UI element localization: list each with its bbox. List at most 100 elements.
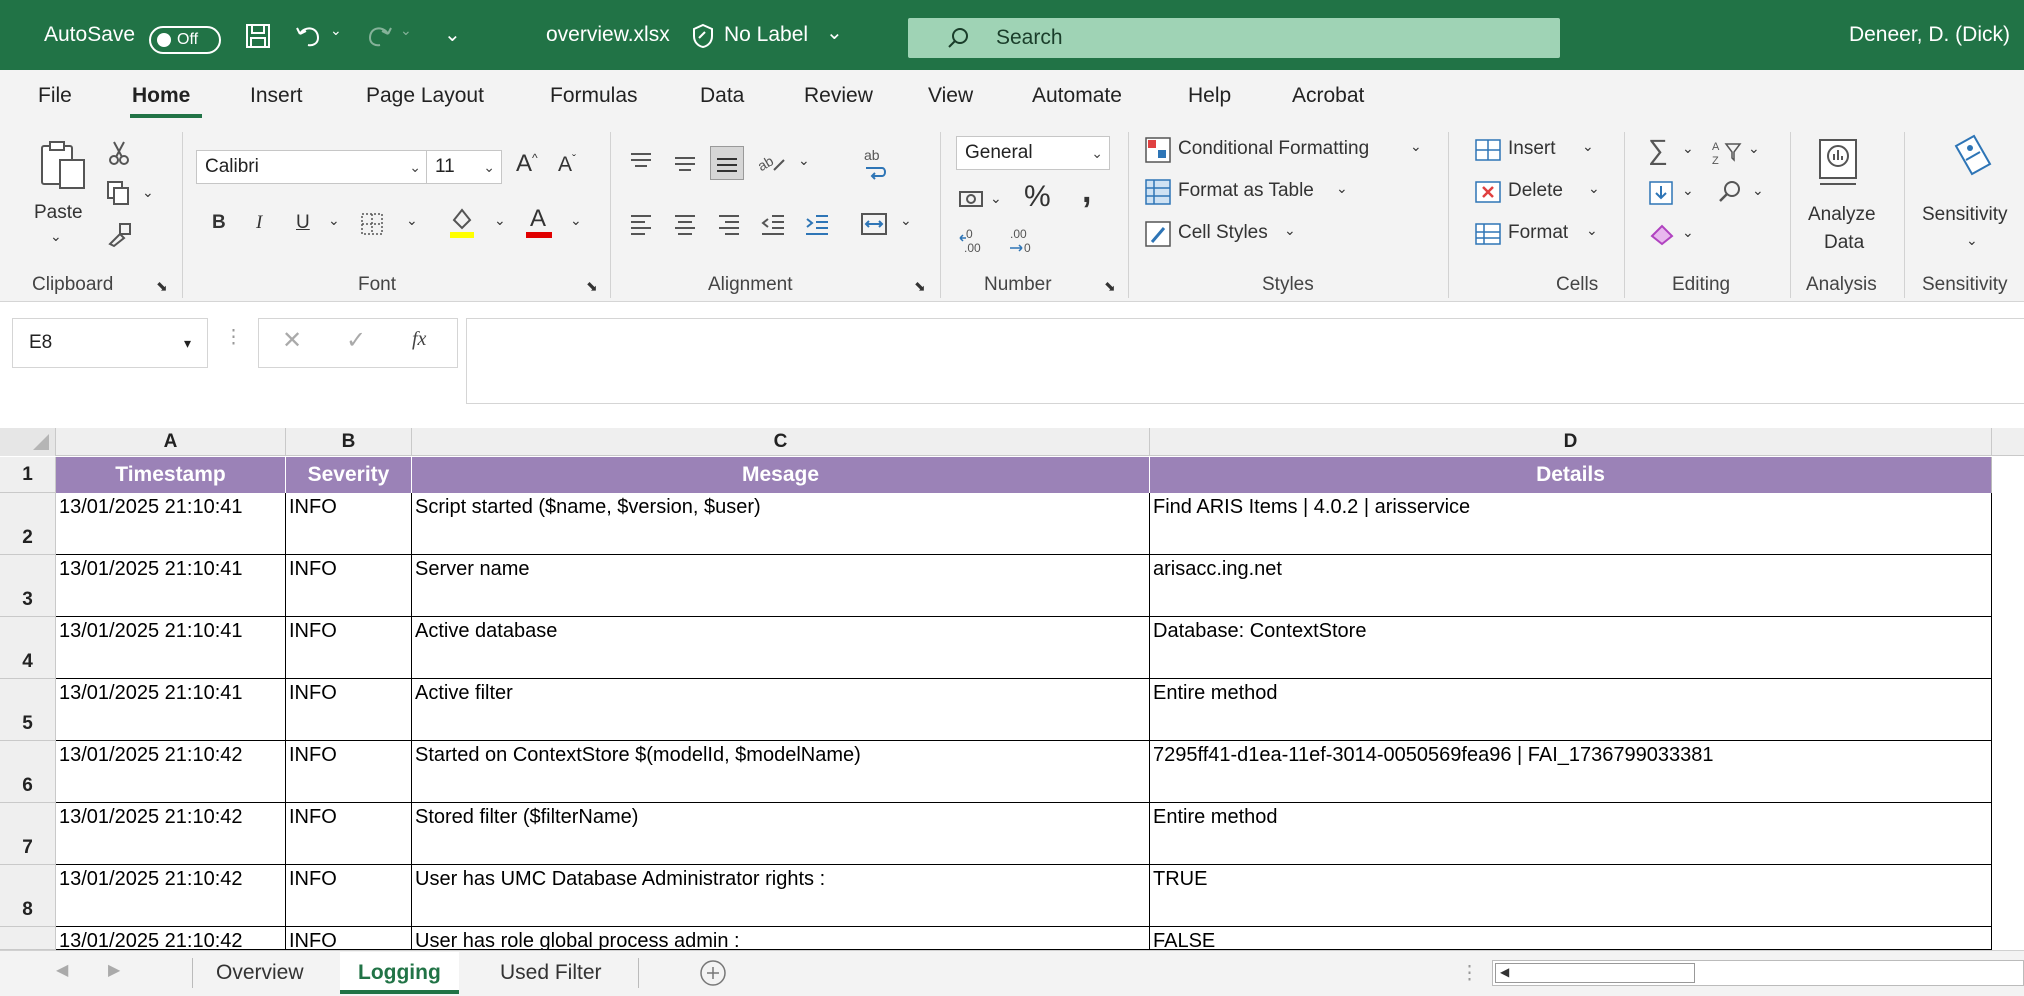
row-header[interactable] [0, 927, 56, 950]
header-cell-message[interactable]: Mesage [412, 457, 1150, 493]
scrollbar-thumb[interactable]: ◀ [1495, 963, 1695, 983]
header-cell-timestamp[interactable]: Timestamp [56, 457, 286, 493]
column-header-e[interactable] [1992, 428, 2024, 456]
font-color-dropdown-icon[interactable]: ⌄ [570, 212, 582, 229]
cell-details[interactable]: Find ARIS Items | 4.0.2 | arisservice [1150, 493, 1992, 555]
cell-message[interactable]: Server name [412, 555, 1150, 617]
cell-severity[interactable]: INFO [286, 803, 412, 865]
row-header[interactable]: 6 [0, 741, 56, 803]
cell-styles-button[interactable]: Cell Styles [1178, 222, 1268, 244]
cut-icon[interactable] [108, 140, 130, 166]
align-right-icon[interactable] [716, 212, 742, 236]
merge-center-icon[interactable] [860, 212, 888, 236]
borders-dropdown-icon[interactable]: ⌄ [406, 212, 418, 229]
orientation-dropdown-icon[interactable]: ⌄ [798, 152, 810, 169]
wrap-text-icon[interactable]: ab [862, 146, 888, 180]
orientation-icon[interactable]: ab [758, 150, 786, 176]
tab-acrobat[interactable]: Acrobat [1292, 84, 1364, 108]
cell-details[interactable]: Database: ContextStore [1150, 617, 1992, 679]
tab-review[interactable]: Review [804, 84, 873, 108]
cell-details[interactable]: TRUE [1150, 865, 1992, 927]
tab-insert[interactable]: Insert [250, 84, 303, 108]
font-size-select[interactable]: 11 ⌄ [426, 150, 502, 184]
cell-severity[interactable]: INFO [286, 741, 412, 803]
delete-cells-button[interactable]: Delete [1508, 180, 1563, 202]
tab-home[interactable]: Home [132, 84, 190, 108]
tab-view[interactable]: View [928, 84, 973, 108]
cell-timestamp[interactable]: 13/01/2025 21:10:41 [56, 493, 286, 555]
align-bottom-icon[interactable] [710, 146, 744, 180]
borders-icon[interactable] [360, 212, 384, 236]
sensitivity-icon[interactable] [1950, 134, 1994, 186]
cell-details[interactable]: FALSE [1150, 927, 1992, 950]
fill-color-icon[interactable] [448, 206, 476, 238]
scroll-tabs-left-icon[interactable]: ◀ [56, 960, 68, 980]
sheet-tab-logging[interactable]: Logging [340, 952, 459, 994]
copy-dropdown-icon[interactable]: ⌄ [142, 184, 154, 201]
cell-message[interactable]: Script started ($name, $version, $user) [412, 493, 1150, 555]
undo-dropdown-icon[interactable]: ⌄ [330, 22, 342, 39]
comma-style-button[interactable]: , [1082, 172, 1091, 211]
label-status[interactable]: No Label [724, 0, 808, 70]
scrollbar-splitter[interactable]: ⋮ [1460, 962, 1479, 985]
cancel-icon[interactable]: ✕ [282, 326, 302, 355]
cell-timestamp[interactable]: 13/01/2025 21:10:41 [56, 679, 286, 741]
alignment-launcher-icon[interactable]: ⬊ [914, 278, 926, 295]
user-name[interactable]: Deneer, D. (Dick) [1849, 0, 2010, 70]
cell-timestamp[interactable]: 13/01/2025 21:10:41 [56, 555, 286, 617]
bold-button[interactable]: B [212, 212, 226, 234]
accounting-format-icon[interactable] [958, 186, 986, 212]
autosum-icon[interactable]: ∑ [1648, 134, 1668, 166]
customize-qat-icon[interactable]: ⌄ [444, 22, 461, 47]
column-header-a[interactable]: A [56, 428, 286, 456]
clear-icon[interactable] [1648, 222, 1676, 246]
align-middle-icon[interactable] [672, 150, 698, 174]
sort-filter-icon[interactable]: AZ [1712, 138, 1742, 166]
cell-severity[interactable]: INFO [286, 493, 412, 555]
tab-formulas[interactable]: Formulas [550, 84, 638, 108]
clear-dropdown-icon[interactable]: ⌄ [1682, 224, 1694, 241]
cell-message[interactable]: User has role global process admin : [412, 927, 1150, 950]
horizontal-scrollbar[interactable]: ◀ [1492, 960, 2024, 986]
cell-severity[interactable]: INFO [286, 865, 412, 927]
analyze-data-icon[interactable] [1816, 136, 1860, 188]
paste-icon[interactable] [38, 140, 90, 192]
sensitivity-label-icon[interactable] [690, 23, 716, 49]
decrease-font-icon[interactable]: Aˇ [558, 152, 576, 177]
font-name-select[interactable]: Calibri ⌄ [196, 150, 428, 184]
row-header[interactable]: 1 [0, 457, 56, 493]
increase-indent-icon[interactable] [804, 212, 830, 236]
underline-button[interactable]: U [296, 212, 310, 234]
cell-severity[interactable]: INFO [286, 927, 412, 950]
add-sheet-icon[interactable] [698, 958, 728, 988]
cell-timestamp[interactable]: 13/01/2025 21:10:41 [56, 617, 286, 679]
redo-dropdown-icon[interactable]: ⌄ [400, 22, 412, 39]
cell-styles-icon[interactable] [1144, 220, 1172, 248]
sheet-tab-used-filter[interactable]: Used Filter [500, 952, 602, 994]
cell-message[interactable]: Started on ContextStore $(modelId, $mode… [412, 741, 1150, 803]
cell-severity[interactable]: INFO [286, 679, 412, 741]
row-header[interactable]: 8 [0, 865, 56, 927]
insert-cells-button[interactable]: Insert [1508, 138, 1556, 160]
chevron-down-icon[interactable]: ⌄ [1586, 222, 1598, 239]
fill-dropdown-icon[interactable]: ⌄ [1682, 182, 1694, 199]
conditional-formatting-button[interactable]: Conditional Formatting [1178, 138, 1369, 160]
cell-severity[interactable]: INFO [286, 555, 412, 617]
find-select-dropdown-icon[interactable]: ⌄ [1752, 182, 1764, 199]
column-header-c[interactable]: C [412, 428, 1150, 456]
sort-filter-dropdown-icon[interactable]: ⌄ [1748, 140, 1760, 157]
cell-details[interactable]: Entire method [1150, 803, 1992, 865]
insert-cells-icon[interactable] [1474, 136, 1502, 164]
column-header-b[interactable]: B [286, 428, 412, 456]
tab-automate[interactable]: Automate [1032, 84, 1122, 108]
enter-icon[interactable]: ✓ [346, 326, 366, 355]
chevron-down-icon[interactable]: ⌄ [826, 20, 843, 45]
format-as-table-button[interactable]: Format as Table [1178, 180, 1314, 202]
merge-dropdown-icon[interactable]: ⌄ [900, 212, 912, 229]
font-color-icon[interactable]: A [524, 204, 554, 238]
cell-timestamp[interactable]: 13/01/2025 21:10:42 [56, 803, 286, 865]
cell-message[interactable]: Active database [412, 617, 1150, 679]
cell-message[interactable]: Active filter [412, 679, 1150, 741]
analyze-data-label-2[interactable]: Data [1824, 232, 1864, 254]
tab-help[interactable]: Help [1188, 84, 1231, 108]
